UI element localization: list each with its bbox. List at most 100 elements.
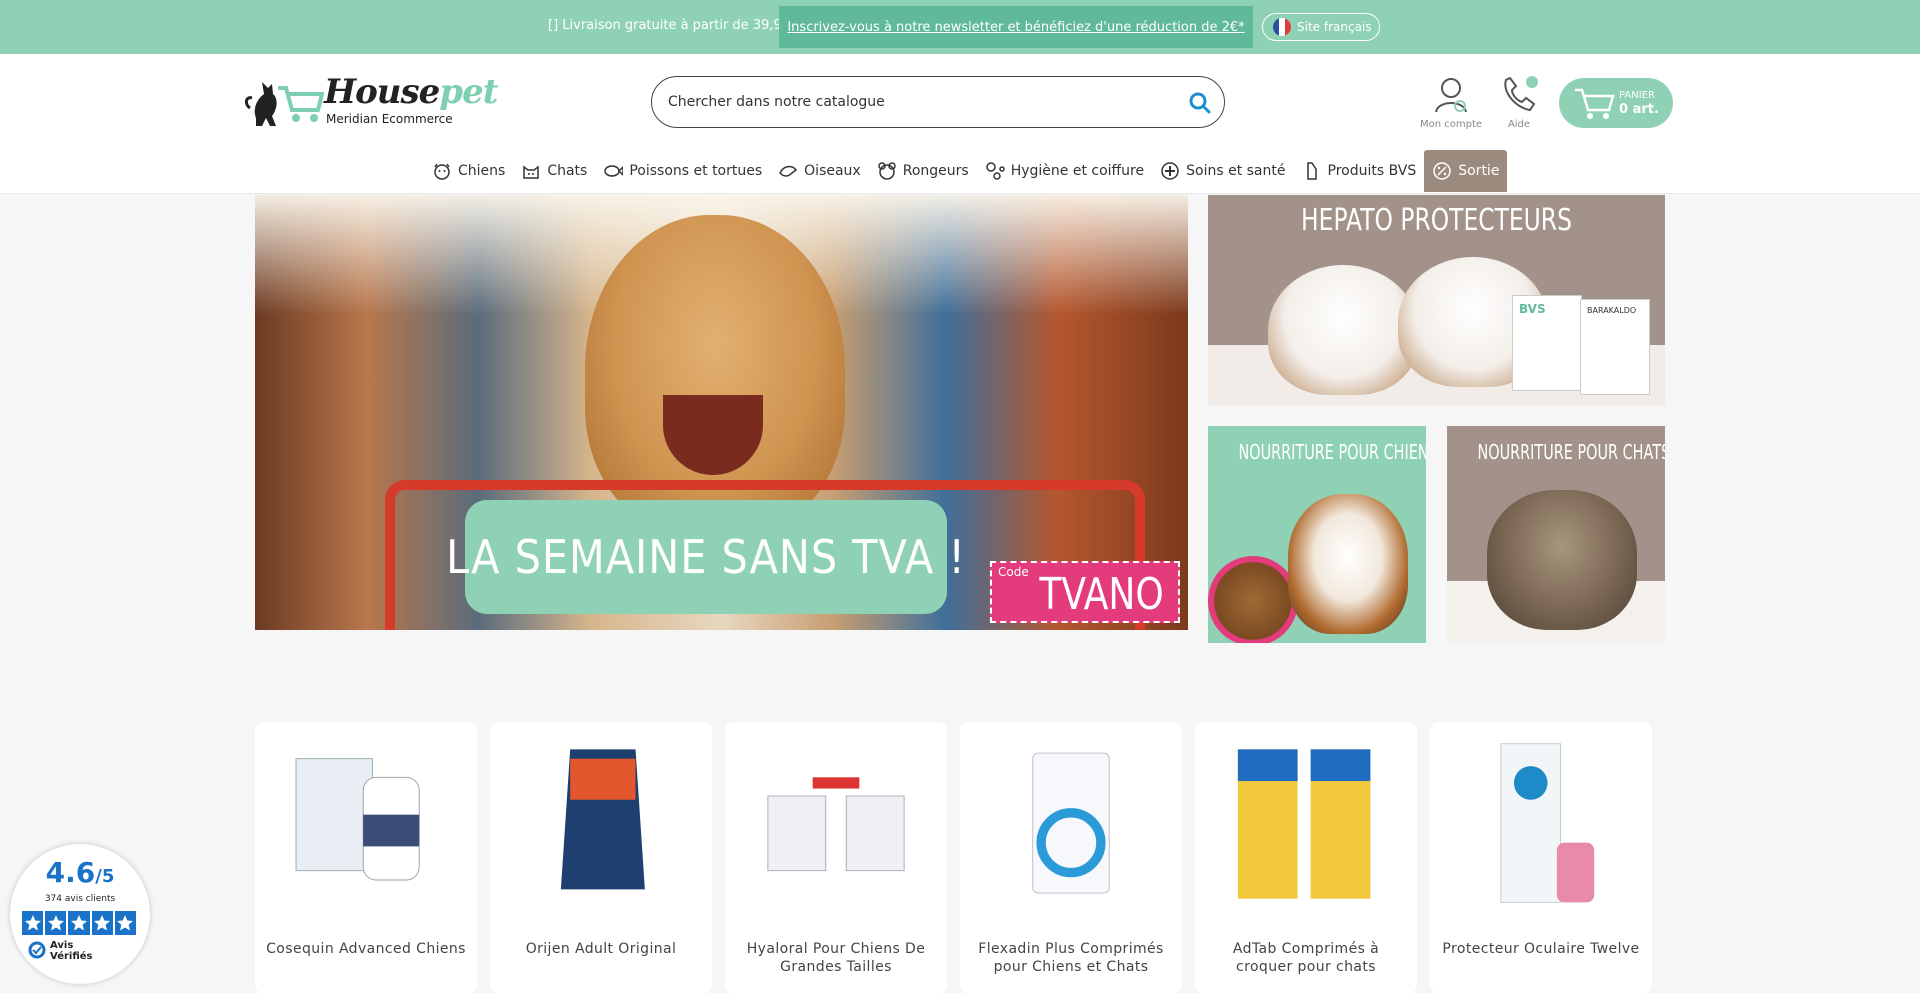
- nav-item-label: Hygiène et coiffure: [1010, 163, 1145, 179]
- account-link[interactable]: Mon compte: [1420, 74, 1482, 130]
- product-box-image: BVS: [1512, 295, 1582, 391]
- product-name: Hyaloral Pour Chiens De Grandes Tailles: [746, 941, 926, 975]
- product-name: AdTab Comprimés à croquer pour chats: [1232, 941, 1380, 975]
- product-box-image: BARAKALDO: [1580, 299, 1650, 395]
- free-shipping-text: [] Livraison gratuite à partir de 39,99€: [548, 18, 799, 33]
- hero-banner[interactable]: LA SEMAINE SANS TVA ! Code TVANO: [255, 195, 1188, 630]
- bird-icon: [779, 165, 798, 177]
- logo-subtitle: Meridian Ecommerce: [326, 112, 453, 126]
- product-image: [295, 758, 420, 881]
- star-icon: [22, 911, 44, 935]
- product-name: Cosequin Advanced Chiens: [266, 941, 466, 957]
- cat-icon: [523, 165, 540, 179]
- product-name: Flexadin Plus Comprimés pour Chiens et C…: [978, 941, 1164, 975]
- nav-item-label: Sortie: [1458, 163, 1500, 179]
- rodent-icon: [877, 162, 896, 180]
- nav-item-hygiène-et-coiffure[interactable]: Hygiène et coiffure: [977, 150, 1152, 192]
- dog-icon: [434, 163, 450, 180]
- nav-item-oiseaux[interactable]: Oiseaux: [770, 150, 869, 192]
- product-card[interactable]: Flexadin Plus Comprimés pour Chiens et C…: [960, 722, 1182, 993]
- help-link[interactable]: Aide: [1496, 72, 1542, 130]
- rating-scale: /5: [95, 866, 115, 887]
- logo-pet-text: pet: [439, 72, 498, 112]
- dog-food-promo-banner[interactable]: NOURRITURE POUR CHIENS: [1208, 426, 1426, 643]
- dog-food-title: NOURRITURE POUR CHIENS: [1238, 440, 1426, 464]
- star-icon: [114, 911, 137, 935]
- top-promo-bar: [] Livraison gratuite à partir de 39,99€…: [0, 0, 1920, 54]
- promo-code-badge: Code TVANO: [990, 561, 1180, 623]
- product-card[interactable]: Hyaloral Pour Chiens De Grandes Tailles: [725, 722, 947, 993]
- nav-item-soins-et-santé[interactable]: Soins et santé: [1152, 150, 1293, 192]
- star-icon: [91, 911, 113, 935]
- product-name: Protecteur Oculaire Twelve: [1442, 941, 1640, 957]
- product-card[interactable]: Cosequin Advanced Chiens: [255, 722, 477, 993]
- cat-food-promo-banner[interactable]: NOURRITURE POUR CHATS: [1447, 426, 1665, 643]
- cart-label: PANIER: [1619, 90, 1655, 101]
- cat-food-title: NOURRITURE POUR CHATS: [1477, 440, 1665, 464]
- star-icon: [45, 911, 67, 935]
- hepato-promo-banner[interactable]: HEPATO PROTECTEURS BVS BARAKALDO: [1208, 195, 1665, 406]
- nav-item-chiens[interactable]: Chiens: [424, 150, 513, 192]
- nav-item-label: Chats: [547, 163, 588, 179]
- cat-image: [1487, 490, 1637, 630]
- search-button[interactable]: [1186, 89, 1214, 117]
- product-image: [1237, 749, 1371, 899]
- product-image: [1500, 743, 1595, 903]
- rating-stars: [22, 911, 138, 935]
- category-nav: Chiens Chats Poissons et tortues Oiseaux Ron…: [424, 150, 1508, 192]
- search-icon: [1189, 92, 1211, 114]
- newsletter-link[interactable]: Inscrivez-vous à notre newsletter et bén…: [779, 6, 1253, 48]
- bvs-icon: [1306, 162, 1317, 180]
- sale-icon: [1433, 162, 1451, 180]
- nav-item-label: Produits BVS: [1327, 163, 1417, 179]
- hero-headline: LA SEMAINE SANS TVA !: [446, 500, 965, 614]
- site-header: Housepet Meridian Ecommerce Mon compte A…: [0, 54, 1920, 194]
- cart-button[interactable]: PANIER 0 art.: [1559, 78, 1673, 128]
- cart-icon: [1575, 88, 1615, 119]
- site-language-selector[interactable]: Site français: [1262, 13, 1380, 41]
- nav-item-sortie[interactable]: Sortie: [1424, 150, 1508, 192]
- rating-score: 4.6/5: [10, 856, 150, 889]
- avis-verifies-logo: Avis Vérifiés: [28, 940, 93, 962]
- nav-item-label: Poissons et tortues: [629, 163, 763, 179]
- housepet-logo[interactable]: Housepet Meridian Ecommerce: [242, 68, 498, 130]
- promo-code-label: Code: [998, 565, 1029, 579]
- avis-verifies-icon: [28, 941, 46, 959]
- kibble-bowl-image: [1208, 556, 1298, 643]
- avis-verifies-badge[interactable]: 4.6/5 374 avis clients Avis Vérifiés: [10, 844, 150, 984]
- cat-cart-logo-icon: [244, 82, 325, 126]
- logo-house-text: House: [324, 72, 440, 112]
- nav-item-rongeurs[interactable]: Rongeurs: [869, 150, 977, 192]
- france-flag-icon: [1273, 18, 1291, 36]
- product-card[interactable]: Orijen Adult Original: [490, 722, 712, 993]
- product-image: [560, 749, 645, 890]
- nav-item-label: Soins et santé: [1186, 163, 1286, 179]
- phone-help-icon: [1504, 76, 1538, 112]
- nav-item-label: Chiens: [458, 163, 506, 179]
- avis-verifies-line2: Vérifiés: [50, 951, 93, 962]
- product-card[interactable]: Protecteur Oculaire Twelve: [1430, 722, 1652, 993]
- nav-item-poissons-et-tortues[interactable]: Poissons et tortues: [595, 150, 770, 192]
- fish-icon: [604, 165, 624, 177]
- logo-wordmark: Housepet: [324, 72, 498, 112]
- health-icon: [1161, 162, 1179, 180]
- hepato-title: HEPATO PROTECTEURS: [1301, 203, 1572, 238]
- nav-item-label: Rongeurs: [902, 163, 969, 179]
- nav-item-chats[interactable]: Chats: [513, 150, 595, 192]
- hygiene-icon: [985, 162, 1005, 180]
- rating-score-value: 4.6: [45, 856, 96, 889]
- nav-item-produits-bvs[interactable]: Produits BVS: [1294, 150, 1425, 192]
- user-icon: [1435, 78, 1467, 113]
- product-card[interactable]: AdTab Comprimés à croquer pour chats: [1195, 722, 1417, 993]
- puppy-image: [1268, 265, 1418, 395]
- search-input[interactable]: [668, 89, 1168, 115]
- search-bar: [651, 76, 1225, 128]
- product-image: [1032, 752, 1110, 894]
- beagle-image: [1288, 494, 1408, 634]
- product-name: Orijen Adult Original: [525, 941, 677, 957]
- account-label: Mon compte: [1420, 119, 1483, 130]
- site-language-label: Site français: [1297, 20, 1372, 34]
- promo-code-value: TVANO: [1039, 569, 1164, 620]
- avis-verifies-line1: Avis: [50, 940, 74, 951]
- product-image: [767, 777, 905, 872]
